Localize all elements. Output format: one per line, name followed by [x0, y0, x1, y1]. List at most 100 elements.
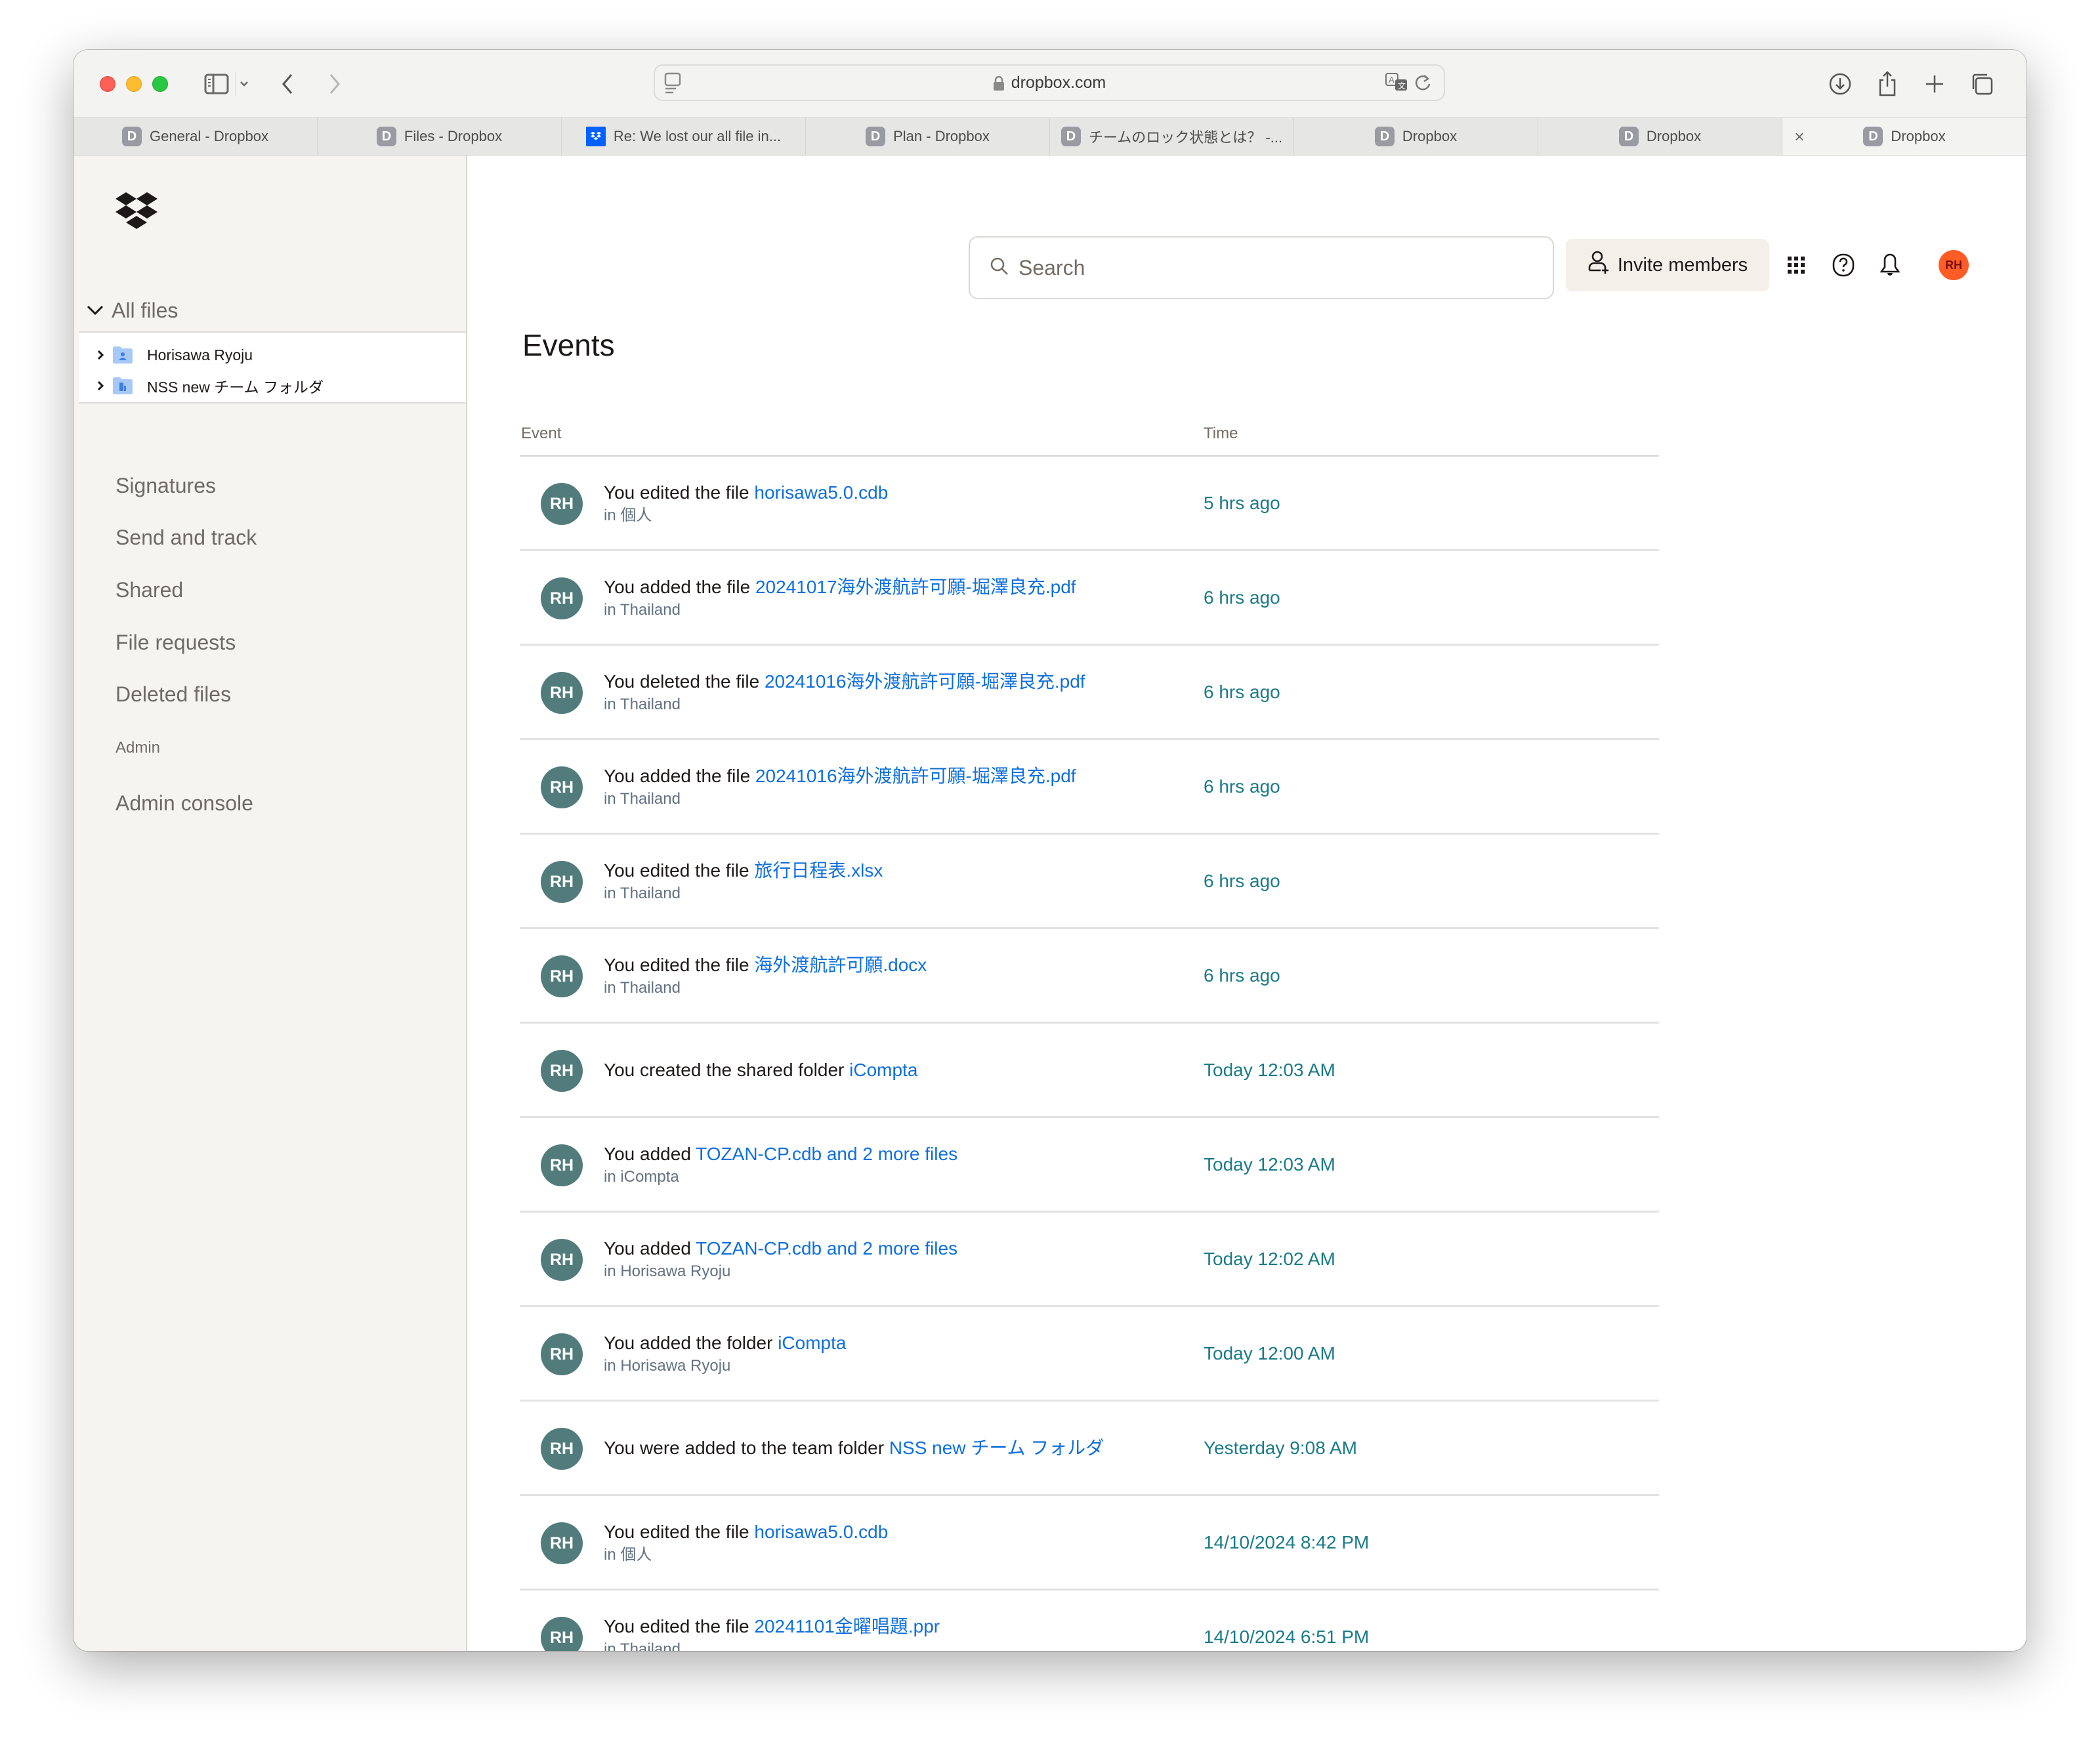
search-box[interactable] — [969, 236, 1554, 299]
event-target-link[interactable]: 20241101金曜唱題.ppr — [754, 1616, 940, 1636]
browser-tab[interactable]: D Files - Dropbox — [318, 118, 562, 155]
column-header-time: Time — [1204, 425, 1238, 442]
main-content: Invite members RH Events Event Time RH Y — [467, 156, 2026, 1651]
share-icon[interactable] — [1874, 70, 1900, 98]
event-time: 6 hrs ago — [1204, 870, 1280, 891]
chevron-right-icon[interactable] — [93, 350, 108, 360]
dropbox-logo-icon[interactable] — [116, 191, 158, 230]
event-text: You were added to the team folder NSS ne… — [604, 1436, 1104, 1461]
sidebar-item-file-requests[interactable]: File requests — [116, 628, 236, 657]
chevron-down-icon[interactable] — [238, 70, 251, 98]
browser-tab[interactable]: D Plan - Dropbox — [806, 118, 1050, 155]
downloads-icon[interactable] — [1827, 70, 1853, 98]
event-text: You added the folder iCompta — [604, 1331, 846, 1356]
event-target-link[interactable]: 20241017海外渡航許可願-堀澤良充.pdf — [755, 577, 1076, 597]
event-time: 6 hrs ago — [1204, 776, 1280, 797]
tab-title: Dropbox — [1402, 128, 1458, 144]
event-target-link[interactable]: 20241016海外渡航許可願-堀澤良充.pdf — [755, 766, 1076, 786]
event-target-link[interactable]: TOZAN-CP.cdb and 2 more files — [696, 1144, 957, 1164]
tab-title: Files - Dropbox — [404, 128, 503, 144]
event-description: You created the shared folder iCompta — [604, 1024, 917, 1116]
back-arrow-icon[interactable] — [276, 70, 299, 98]
forward-arrow-icon[interactable] — [323, 70, 346, 98]
event-location: in Thailand — [604, 978, 681, 997]
lock-icon — [993, 75, 1005, 91]
tree-item-nss-team-folder[interactable]: NSS new チーム フォルダ — [79, 373, 324, 399]
event-description: You edited the file 旅行日程表.xlsx in Thaila… — [604, 835, 883, 927]
avatar: RH — [541, 577, 583, 619]
browser-tab[interactable]: Re: We lost our all file in... — [562, 118, 806, 155]
event-text: You added the file 20241016海外渡航許可願-堀澤良充.… — [604, 764, 1076, 789]
browser-tab[interactable]: D Dropbox — [1538, 118, 1782, 155]
browser-tab[interactable]: D Dropbox — [1294, 118, 1538, 155]
tab-title: Dropbox — [1891, 128, 1946, 144]
add-person-icon — [1587, 251, 1610, 280]
tree-item-horisawa-ryoju[interactable]: Horisawa Ryoju — [79, 342, 253, 368]
event-target-link[interactable]: 20241016海外渡航許可願-堀澤良充.pdf — [765, 671, 1085, 692]
event-target-link[interactable]: NSS new チーム フォルダ — [889, 1438, 1104, 1458]
reload-icon[interactable] — [1415, 73, 1433, 96]
event-target-link[interactable]: horisawa5.0.cdb — [754, 482, 888, 503]
toolbar-divider — [235, 72, 236, 96]
sidebar-item-deleted-files[interactable]: Deleted files — [116, 680, 231, 709]
search-input[interactable] — [1018, 255, 1530, 280]
event-target-link[interactable]: horisawa5.0.cdb — [754, 1522, 888, 1542]
browser-tab[interactable]: D チームのロック状態とは？ -... — [1050, 118, 1294, 155]
admin-section-label: Admin — [116, 739, 161, 757]
sidebar: All files Horisawa Ryoju NSS new チーム フォル… — [74, 156, 467, 1651]
address-bar[interactable]: dropbox.com A文 — [654, 64, 1445, 101]
event-text: You edited the file 海外渡航許可願.docx — [604, 953, 927, 978]
event-target-link[interactable]: 海外渡航許可願.docx — [754, 955, 927, 975]
zoom-window-button[interactable] — [152, 76, 168, 92]
tab-bar: D General - Dropbox D Files - Dropbox Re… — [74, 118, 2026, 156]
event-target-link[interactable]: iCompta — [778, 1333, 846, 1353]
event-text: You added TOZAN-CP.cdb and 2 more files — [604, 1142, 957, 1167]
table-header: Event Time — [520, 405, 1659, 457]
tab-title: General - Dropbox — [150, 128, 268, 144]
event-description: You added the file 20241016海外渡航許可願-堀澤良充.… — [604, 740, 1076, 833]
new-tab-icon[interactable] — [1922, 70, 1948, 98]
dropbox-favicon-icon: D — [376, 127, 396, 146]
avatar: RH — [541, 483, 583, 525]
event-time: 14/10/2024 6:51 PM — [1204, 1626, 1370, 1647]
browser-tab-active[interactable]: × D Dropbox — [1782, 118, 2026, 155]
chevron-right-icon[interactable] — [93, 381, 108, 391]
event-description: You added the folder iCompta in Horisawa… — [604, 1307, 846, 1400]
event-description: You edited the file horisawa5.0.cdb in 個… — [604, 457, 888, 549]
url-text[interactable]: dropbox.com — [1011, 73, 1106, 93]
event-target-link[interactable]: TOZAN-CP.cdb and 2 more files — [696, 1238, 957, 1259]
svg-text:A: A — [1389, 75, 1395, 85]
app-grid-icon[interactable] — [1782, 251, 1811, 280]
notifications-bell-icon[interactable] — [1876, 251, 1904, 280]
table-row: RH You edited the file 海外渡航許可願.docx in T… — [520, 929, 1659, 1024]
close-tab-icon[interactable]: × — [1790, 127, 1809, 146]
privacy-and-legal-link[interactable]: Privacy and legal — [116, 1650, 261, 1651]
sidebar-item-shared[interactable]: Shared — [116, 575, 183, 604]
event-target-link[interactable]: iCompta — [849, 1060, 917, 1080]
event-location: in iCompta — [604, 1167, 679, 1186]
table-row: RH You added the file 20241017海外渡航許可願-堀澤… — [520, 551, 1659, 646]
minimize-window-button[interactable] — [126, 76, 142, 92]
sidebar-item-signatures[interactable]: Signatures — [116, 471, 216, 500]
event-target-link[interactable]: 旅行日程表.xlsx — [754, 860, 883, 881]
avatar: RH — [541, 1428, 583, 1470]
invite-members-button[interactable]: Invite members — [1566, 239, 1769, 291]
event-action: You added the file — [604, 765, 755, 786]
dropbox-favicon-icon: D — [1863, 127, 1883, 146]
table-row: RH You were added to the team folder NSS… — [520, 1402, 1659, 1496]
sidebar-toggle-icon[interactable] — [202, 70, 231, 98]
all-files-toggle[interactable]: All files — [85, 295, 178, 326]
help-icon[interactable] — [1829, 251, 1858, 280]
translate-icon[interactable]: A文 — [1385, 72, 1410, 96]
dropbox-favicon-icon: D — [1374, 127, 1395, 146]
sidebar-item-send-and-track[interactable]: Send and track — [116, 523, 257, 552]
event-action: You added — [604, 1238, 696, 1259]
tab-overview-icon[interactable] — [1969, 70, 1995, 98]
close-window-button[interactable] — [100, 76, 116, 92]
sidebar-item-admin-console[interactable]: Admin console — [116, 789, 253, 818]
browser-toolbar: dropbox.com A文 — [74, 50, 2026, 118]
user-avatar[interactable]: RH — [1939, 250, 1969, 280]
event-time: Today 12:03 AM — [1204, 1154, 1335, 1175]
event-action: You deleted the file — [604, 671, 765, 692]
browser-tab[interactable]: D General - Dropbox — [74, 118, 318, 155]
